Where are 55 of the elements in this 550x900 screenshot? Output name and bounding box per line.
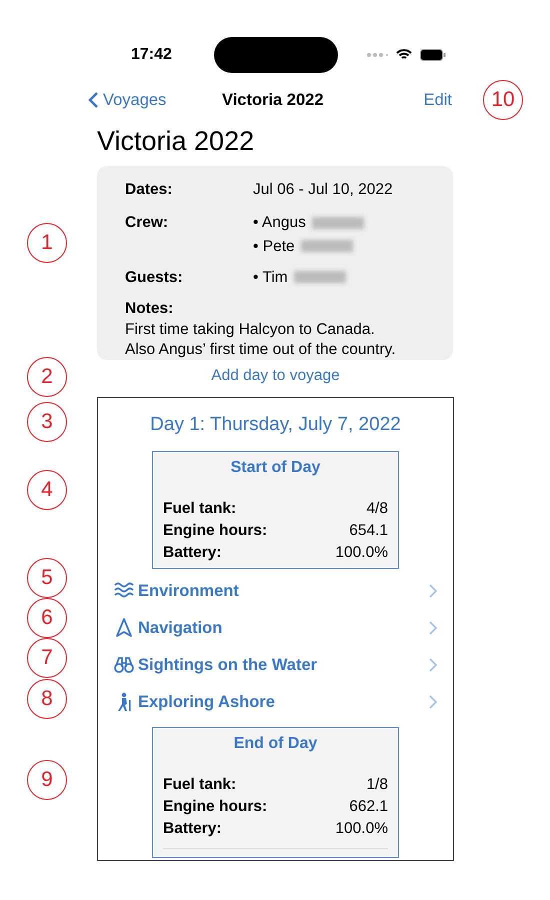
chevron-right-icon bbox=[429, 584, 437, 598]
notes-text: Also Angus’ first time out of the country. bbox=[125, 340, 397, 360]
callout-number: 2 bbox=[27, 357, 67, 397]
section-link[interactable]: Navigation bbox=[98, 610, 453, 647]
field-label: Notes: bbox=[125, 299, 174, 319]
edit-link[interactable]: Edit bbox=[424, 88, 452, 112]
battery-icon bbox=[420, 49, 446, 61]
section-link[interactable]: Sightings on the Water bbox=[98, 646, 453, 684]
day-title: Day 1: Thursday, July 7, 2022 bbox=[149, 413, 402, 438]
callout-number: 3 bbox=[27, 402, 67, 442]
field-label: Dates: bbox=[125, 180, 174, 200]
callout-number: 10 bbox=[483, 80, 523, 120]
binoculars-icon bbox=[114, 655, 134, 676]
row-value: 4/8 bbox=[366, 498, 388, 519]
box-title: End of Day bbox=[232, 734, 318, 754]
callout-number: 4 bbox=[27, 470, 67, 510]
status-time: 17:42 bbox=[131, 45, 172, 65]
list-item: • Tim bbox=[253, 268, 288, 288]
row-value: 100.0% bbox=[335, 542, 388, 563]
chevron-right-icon bbox=[429, 621, 437, 636]
row-value: 1/8 bbox=[366, 774, 388, 795]
nav-title: Victoria 2022 bbox=[222, 90, 324, 111]
row-label: Engine hours: bbox=[163, 520, 268, 541]
row-label: Battery: bbox=[163, 818, 222, 839]
section-link[interactable]: Exploring Ashore bbox=[98, 684, 453, 721]
callout-number: 9 bbox=[27, 760, 67, 800]
field-label: Crew: bbox=[125, 213, 170, 234]
callout-number: 5 bbox=[27, 558, 67, 598]
add-day-link[interactable]: Add day to voyage bbox=[200, 364, 350, 388]
callout-number: 1 bbox=[27, 223, 67, 263]
navigation-arrow-icon bbox=[114, 618, 134, 638]
list-item: • Angus bbox=[253, 213, 306, 234]
row-label: Battery: bbox=[163, 542, 222, 563]
box-title: Start of Day bbox=[230, 458, 322, 478]
row-label: Fuel tank: bbox=[163, 498, 236, 519]
row-label: Engine hours: bbox=[163, 796, 268, 817]
row-label: Fuel tank: bbox=[163, 774, 236, 795]
section-link[interactable]: Environment bbox=[98, 572, 453, 610]
chevron-right-icon bbox=[429, 695, 437, 710]
callout-number: 6 bbox=[27, 598, 67, 638]
chevron-left-icon bbox=[88, 91, 99, 109]
list-item: • Pete bbox=[253, 236, 295, 256]
field-value: Jul 06 - Jul 10, 2022 bbox=[253, 180, 393, 200]
page-title: Victoria 2022 bbox=[97, 125, 256, 158]
callout-number: 7 bbox=[27, 638, 67, 678]
callout-number: 8 bbox=[27, 679, 67, 719]
wifi-icon bbox=[396, 49, 412, 61]
chevron-right-icon bbox=[429, 658, 437, 672]
field-label: Guests: bbox=[125, 268, 184, 288]
notes-text: First time taking Halcyon to Canada. bbox=[125, 320, 376, 340]
back-link[interactable]: Voyages bbox=[88, 88, 166, 112]
signal-icon bbox=[366, 52, 388, 58]
row-value: 100.0% bbox=[335, 818, 388, 839]
row-value: 662.1 bbox=[349, 796, 388, 817]
row-value: 654.1 bbox=[349, 520, 388, 541]
